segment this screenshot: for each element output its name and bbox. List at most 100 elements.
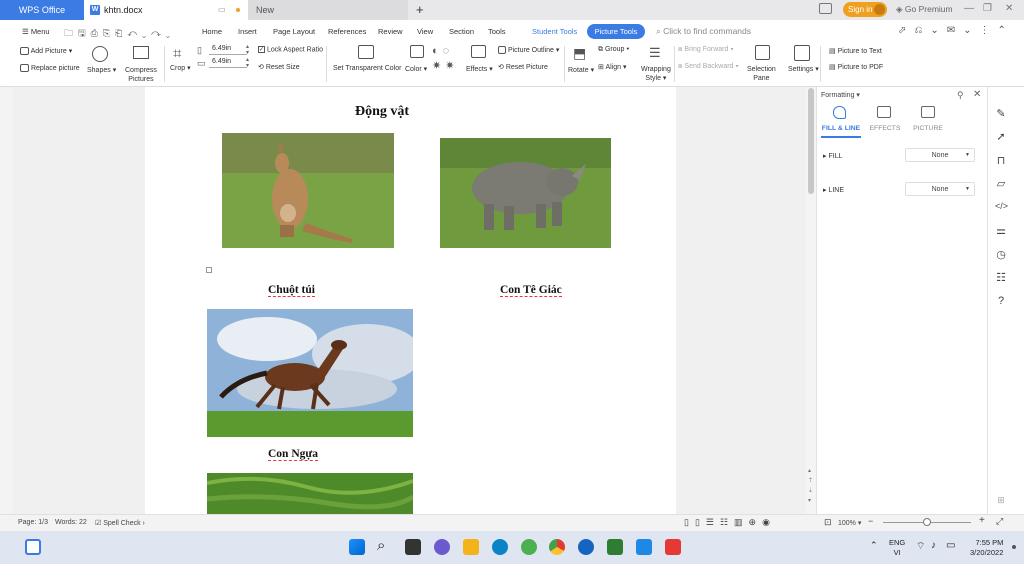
zoom-slider-handle[interactable] — [923, 518, 931, 526]
add-tab-button[interactable]: + — [416, 2, 424, 17]
reset-picture-button[interactable]: ⟲ Reset Picture — [498, 63, 548, 71]
bring-forward-button[interactable]: ⧈ Bring Forward ▾ — [678, 46, 734, 54]
send-backward-button[interactable]: ⧈ Send Backward ▾ — [678, 63, 739, 71]
picture-outline-button[interactable]: Picture Outline ▾ — [498, 46, 559, 55]
crop-button[interactable]: Crop ▾ — [170, 64, 191, 72]
rotate-button[interactable]: Rotate ▾ — [568, 66, 594, 74]
settings-button[interactable]: Settings ▾ — [788, 65, 819, 73]
zoom-in-button[interactable]: + — [979, 515, 985, 526]
notification-icon[interactable] — [1012, 545, 1016, 549]
language-indicator[interactable]: ENG VI — [889, 538, 905, 558]
picture-to-pdf-button[interactable]: ▤ Picture to PDF — [829, 63, 883, 71]
battery-icon[interactable]: ▭ — [946, 540, 955, 551]
grid-icon[interactable]: ⊞ — [995, 495, 1007, 506]
code-icon[interactable]: </> — [995, 201, 1008, 211]
layout-icon[interactable] — [819, 3, 832, 14]
lock-aspect-checkbox[interactable]: ✓ Lock Aspect Ratio — [258, 46, 323, 53]
height-stepper[interactable]: ▴ ▾ — [246, 57, 249, 69]
app-icon[interactable] — [521, 539, 537, 555]
wifi-icon[interactable]: ⌔ — [916, 540, 925, 553]
pin-icon[interactable]: ⚲ — [957, 90, 964, 101]
clock[interactable]: 7:55 PM 3/20/2022 — [970, 538, 1003, 558]
restore-icon[interactable]: ❐ — [983, 3, 992, 14]
teams-chat-icon[interactable] — [434, 539, 450, 555]
fullscreen-icon[interactable]: ⤢ — [996, 516, 1003, 527]
color-button[interactable]: Color ▾ — [405, 65, 427, 73]
zoom-app-icon[interactable] — [636, 539, 652, 555]
fill-section-toggle[interactable]: ▸ FILL — [823, 152, 842, 160]
new-tab[interactable]: New — [248, 0, 408, 20]
menu-button[interactable]: ☰ Menu — [22, 27, 50, 36]
spell-check-button[interactable]: ☑ Spell Check › — [95, 519, 145, 527]
shapes-button[interactable]: Shapes ▾ — [87, 66, 116, 74]
minimize-icon[interactable]: — — [964, 3, 974, 14]
tab-restore-icon[interactable]: ▭ — [218, 5, 226, 14]
fill-dropdown[interactable]: None ▼ — [905, 148, 975, 162]
formatting-toggle-icon[interactable]: ⚌ — [995, 224, 1007, 237]
help-icon[interactable]: ? — [995, 295, 1007, 307]
close-pane-icon[interactable]: ✕ — [973, 89, 981, 100]
menu-view[interactable]: View — [417, 27, 433, 36]
picture-to-text-button[interactable]: ▤ Picture to Text — [829, 47, 882, 55]
document-tab[interactable]: W khtn.docx ▭ — [84, 0, 248, 20]
search-taskbar-icon[interactable]: ⌕ — [377, 537, 385, 554]
compress-pictures-button[interactable]: Compress Pictures — [125, 66, 157, 84]
find-commands-search[interactable]: ⌕ Click to find commands — [656, 26, 751, 37]
menu-student-tools[interactable]: Student Tools — [532, 27, 577, 36]
formatting-dropdown[interactable]: Formatting ▾ — [821, 91, 860, 99]
close-window-icon[interactable]: ✕ — [1005, 3, 1013, 14]
select-cursor-icon[interactable]: ➚ — [995, 130, 1007, 143]
wps-taskbar-icon[interactable] — [665, 539, 681, 555]
scrollbar-thumb[interactable] — [808, 88, 814, 194]
task-view-icon[interactable] — [405, 539, 421, 555]
kangaroo-image[interactable] — [222, 133, 394, 248]
start-icon[interactable] — [349, 539, 365, 555]
go-premium-button[interactable]: ◈ Go Premium — [896, 4, 953, 15]
menu-page-layout[interactable]: Page Layout — [273, 27, 315, 36]
tab-fill-line[interactable]: FILL & LINE — [821, 125, 861, 132]
widgets-icon[interactable] — [25, 539, 41, 555]
menu-home[interactable]: Home — [202, 27, 222, 36]
tab-picture[interactable]: PICTURE — [909, 125, 947, 132]
sign-in-button[interactable]: Sign in — [843, 2, 887, 17]
rhino-image[interactable] — [440, 138, 611, 248]
width-stepper[interactable]: ▴ ▾ — [246, 44, 249, 56]
menu-picture-tools[interactable]: Picture Tools — [587, 24, 645, 39]
file-explorer-icon[interactable] — [463, 539, 479, 555]
photos-icon[interactable] — [607, 539, 623, 555]
group-button[interactable]: ⧉ Group ▾ — [598, 46, 629, 54]
menu-review[interactable]: Review — [378, 27, 403, 36]
add-picture-button[interactable]: Add Picture ▾ — [20, 47, 72, 56]
replace-picture-button[interactable]: Replace picture — [20, 64, 80, 72]
menu-insert[interactable]: Insert — [238, 27, 257, 36]
word-count[interactable]: Words: 22 — [55, 519, 87, 526]
line-dropdown[interactable]: None ▼ — [905, 182, 975, 196]
frog-image[interactable] — [207, 473, 413, 514]
lock-icon[interactable]: ⊓ — [995, 154, 1007, 167]
effects-button[interactable]: Effects ▾ — [466, 65, 493, 73]
menu-section[interactable]: Section — [449, 27, 474, 36]
set-transparent-color-button[interactable]: Set Transparent Color — [333, 65, 401, 72]
horse-image[interactable] — [207, 309, 413, 437]
height-input[interactable]: 6.49in — [209, 58, 247, 68]
zoom-level[interactable]: 100% ▾ — [838, 519, 861, 527]
fit-icon[interactable]: ⊡ — [824, 517, 832, 528]
volume-icon[interactable]: ♪ — [931, 540, 936, 551]
page-nav-arrows[interactable]: ▴ ⇡ ⇣ ▾ — [808, 466, 813, 506]
share-comment-icons[interactable]: ⬀⎌⌄✉⌄⋮⌃ — [898, 25, 1014, 36]
zoom-out-button[interactable]: − — [868, 516, 873, 526]
page-counter[interactable]: Page: 1/3 — [18, 519, 48, 526]
zalo-icon[interactable] — [578, 539, 594, 555]
style-icon[interactable]: ▱ — [995, 177, 1007, 190]
wrapping-style-button[interactable]: Wrapping Style ▾ — [641, 65, 671, 83]
edge-icon[interactable] — [492, 539, 508, 555]
quick-access-icons[interactable]: 🗀🖫⎙⎘⎗↶⌄↷⌄ — [64, 26, 175, 42]
line-section-toggle[interactable]: ▸ LINE — [823, 186, 844, 194]
wps-office-tab[interactable]: WPS Office — [0, 0, 84, 20]
outline-icon[interactable]: ☷ — [995, 271, 1007, 284]
history-icon[interactable]: ◷ — [995, 248, 1007, 261]
menu-references[interactable]: References — [328, 27, 366, 36]
chrome-icon[interactable] — [549, 539, 565, 555]
selection-pane-button[interactable]: Selection Pane — [747, 65, 776, 83]
width-input[interactable]: 6.49in — [209, 45, 247, 55]
